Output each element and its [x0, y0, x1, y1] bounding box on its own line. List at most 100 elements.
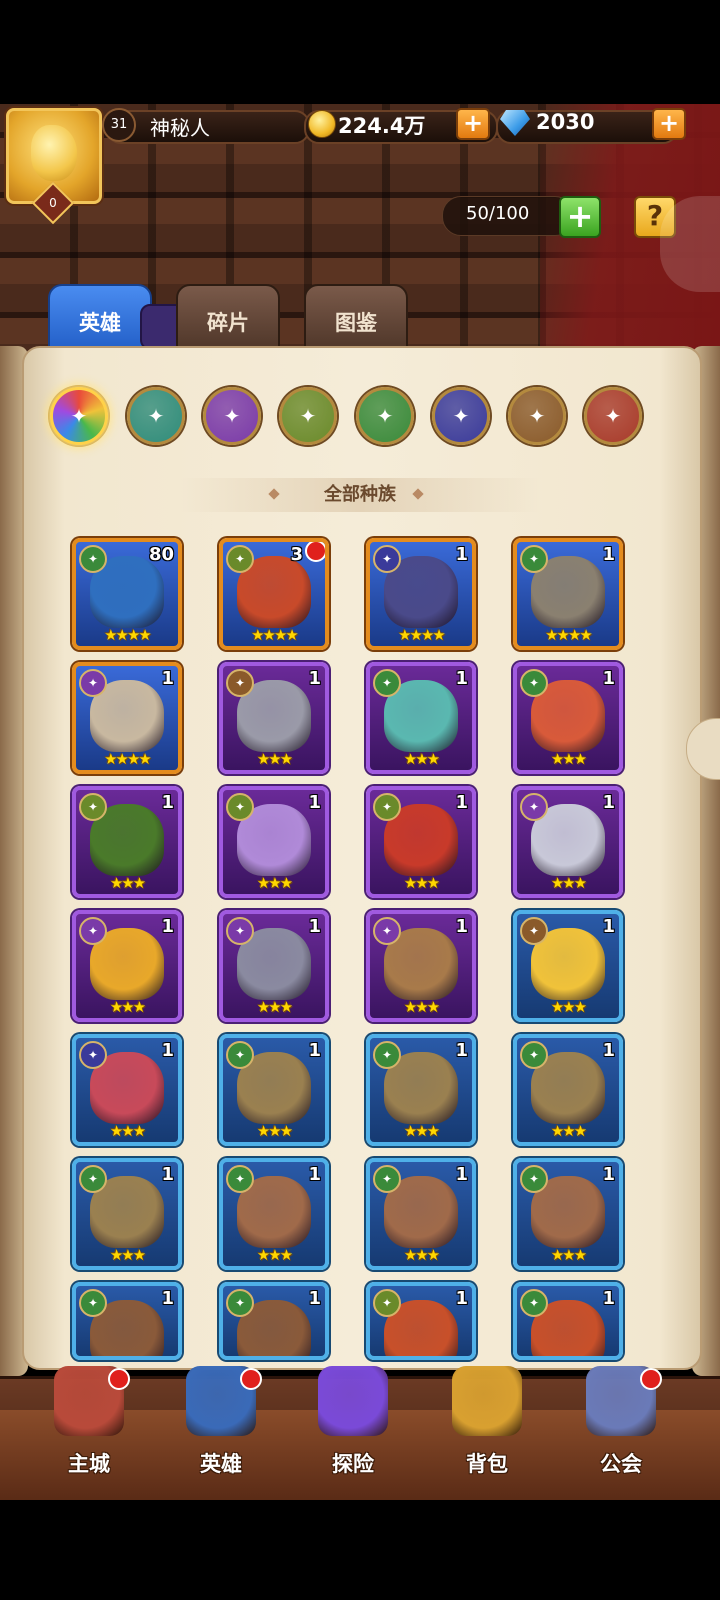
player-name: 神秘人 — [150, 116, 210, 140]
hero-star-rating: ★★★ — [403, 998, 440, 1016]
nav-label: 英雄 — [200, 1452, 242, 1476]
hero-count: 1 — [455, 668, 468, 689]
forest-race-icon: ✦ — [520, 1041, 548, 1069]
filter-water-race-icon[interactable]: ✦ — [127, 387, 185, 445]
hero-star-rating: ★★★ — [256, 1122, 293, 1140]
hero-star-rating: ★★★★ — [545, 626, 593, 644]
hero-star-rating: ★★★ — [403, 750, 440, 768]
mech-race-icon: ✦ — [520, 917, 548, 945]
hero-card[interactable]: ✦ 1 ★★★ — [219, 662, 329, 774]
hero-card[interactable]: ✦ 1 ★★★ — [366, 1034, 476, 1146]
hero-card[interactable]: ✦ 1 ★★★ — [513, 662, 623, 774]
hero-card[interactable]: ✦ 1 ★★★ — [513, 910, 623, 1022]
hero-card[interactable]: ✦ 1 ★★★ — [72, 1158, 182, 1270]
section-title: 全部种族 — [324, 484, 396, 505]
nav-portal[interactable]: 探险 — [298, 1356, 408, 1486]
hero-capacity: 50/100 — [466, 203, 530, 224]
hero-star-rating: ★★★ — [550, 874, 587, 892]
status-bar-area — [0, 0, 720, 104]
nav-backpack[interactable]: 背包 — [432, 1356, 542, 1486]
hero-card[interactable]: ✦ 1 ★★★ — [366, 910, 476, 1022]
nature-race-icon: ✦ — [373, 793, 401, 821]
player-level: 31 — [102, 108, 136, 142]
hero-count: 1 — [602, 916, 615, 937]
filter-forest-race-icon[interactable]: ✦ — [356, 387, 414, 445]
hero-card[interactable]: ✦ 1 ★★★ — [72, 1034, 182, 1146]
shadow-race-icon: ✦ — [373, 545, 401, 573]
hero-star-rating: ★★★ — [403, 1122, 440, 1140]
hero-card[interactable]: ✦ 1 ★★★ — [72, 910, 182, 1022]
hero-card[interactable]: ✦ 1 ★★★ — [366, 1158, 476, 1270]
expand-capacity-button[interactable]: + — [559, 196, 601, 238]
hero-star-rating: ★★★★ — [104, 750, 152, 768]
hero-card[interactable]: ✦ 1 ★★★ — [513, 786, 623, 898]
hero-card[interactable]: ✦ 80 ★★★★ — [72, 538, 182, 650]
hero-star-rating: ★★★ — [256, 1246, 293, 1264]
nav-label: 公会 — [600, 1452, 642, 1476]
hero-star-rating: ★★★ — [550, 998, 587, 1016]
hero-card[interactable]: ✦ 1 — [366, 1282, 476, 1360]
side-panel-handle[interactable] — [660, 196, 720, 292]
arcane-race-icon: ✦ — [373, 917, 401, 945]
arcane-race-icon: ✦ — [79, 917, 107, 945]
add-gem-button[interactable]: + — [652, 108, 686, 140]
hero-card[interactable]: ✦ 1 ★★★ — [219, 786, 329, 898]
arcane-race-icon: ✦ — [223, 404, 241, 428]
forest-race-icon: ✦ — [520, 669, 548, 697]
hero-card[interactable]: ✦ 1 ★★★ — [513, 1034, 623, 1146]
game-screen: 0 31 神秘人 224.4万 + 2030 + 50/100 + ? 英雄 碎… — [0, 0, 720, 1600]
all-races-icon: ✦ — [70, 404, 88, 428]
mech-race-icon: ✦ — [226, 669, 254, 697]
hero-star-rating: ★★★ — [403, 874, 440, 892]
arcane-race-icon: ✦ — [79, 669, 107, 697]
avatar-badge-value: 0 — [49, 196, 57, 210]
avatar-portrait-icon — [31, 125, 77, 181]
hero-card[interactable]: ✦ 1 — [219, 1282, 329, 1360]
hero-card[interactable]: ✦ 1 ★★★ — [219, 1034, 329, 1146]
nav-hero-portrait[interactable]: 英雄 — [166, 1356, 276, 1486]
hero-card[interactable]: ✦ 1 ★★★ — [366, 662, 476, 774]
forest-race-icon: ✦ — [520, 1165, 548, 1193]
hero-card[interactable]: ✦ 1 ★★★ — [219, 1158, 329, 1270]
hero-count: 1 — [455, 544, 468, 565]
hero-count: 1 — [455, 1288, 468, 1309]
hero-star-rating: ★★★ — [550, 750, 587, 768]
forest-race-icon: ✦ — [376, 404, 394, 428]
hero-card[interactable]: ✦ 3 ★★★★ — [219, 538, 329, 650]
filter-shadow-race-icon[interactable]: ✦ — [432, 387, 490, 445]
hero-star-rating: ★★★ — [109, 1246, 146, 1264]
forest-race-icon: ✦ — [226, 1289, 254, 1317]
hero-card[interactable]: ✦ 1 ★★★★ — [513, 538, 623, 650]
filter-arcane-race-icon[interactable]: ✦ — [203, 387, 261, 445]
hero-count: 1 — [455, 1164, 468, 1185]
nav-guild-tower[interactable]: 公会 — [566, 1356, 676, 1486]
hero-star-rating: ★★★ — [550, 1122, 587, 1140]
portal-icon — [318, 1366, 388, 1436]
forest-race-icon: ✦ — [79, 545, 107, 573]
new-badge-dot — [305, 542, 325, 562]
notification-dot — [640, 1368, 662, 1390]
hero-card[interactable]: ✦ 1 ★★★ — [513, 1158, 623, 1270]
filter-mech-race-icon[interactable]: ✦ — [508, 387, 566, 445]
filter-nature-race-icon[interactable]: ✦ — [279, 387, 337, 445]
hero-card[interactable]: ✦ 1 — [513, 1282, 623, 1360]
hero-star-rating: ★★★ — [109, 998, 146, 1016]
hero-card[interactable]: ✦ 1 ★★★ — [219, 910, 329, 1022]
nature-race-icon: ✦ — [79, 793, 107, 821]
add-gold-button[interactable]: + — [456, 108, 490, 140]
hero-star-rating: ★★★ — [109, 1122, 146, 1140]
hero-count: 1 — [455, 916, 468, 937]
hero-count: 1 — [308, 1040, 321, 1061]
forest-race-icon: ✦ — [226, 1041, 254, 1069]
hero-star-rating: ★★★★ — [398, 626, 446, 644]
hero-card[interactable]: ✦ 1 ★★★ — [366, 786, 476, 898]
hero-card[interactable]: ✦ 1 ★★★★ — [72, 662, 182, 774]
hero-card[interactable]: ✦ 1 — [72, 1282, 182, 1360]
hero-card[interactable]: ✦ 1 ★★★★ — [366, 538, 476, 650]
filter-inferno-race-icon[interactable]: ✦ — [584, 387, 642, 445]
filter-all-races-icon[interactable]: ✦ — [50, 387, 108, 445]
hero-card[interactable]: ✦ 1 ★★★ — [72, 786, 182, 898]
hero-star-rating: ★★★★ — [104, 626, 152, 644]
nav-castle[interactable]: 主城 — [34, 1356, 144, 1486]
notification-dot — [108, 1368, 130, 1390]
